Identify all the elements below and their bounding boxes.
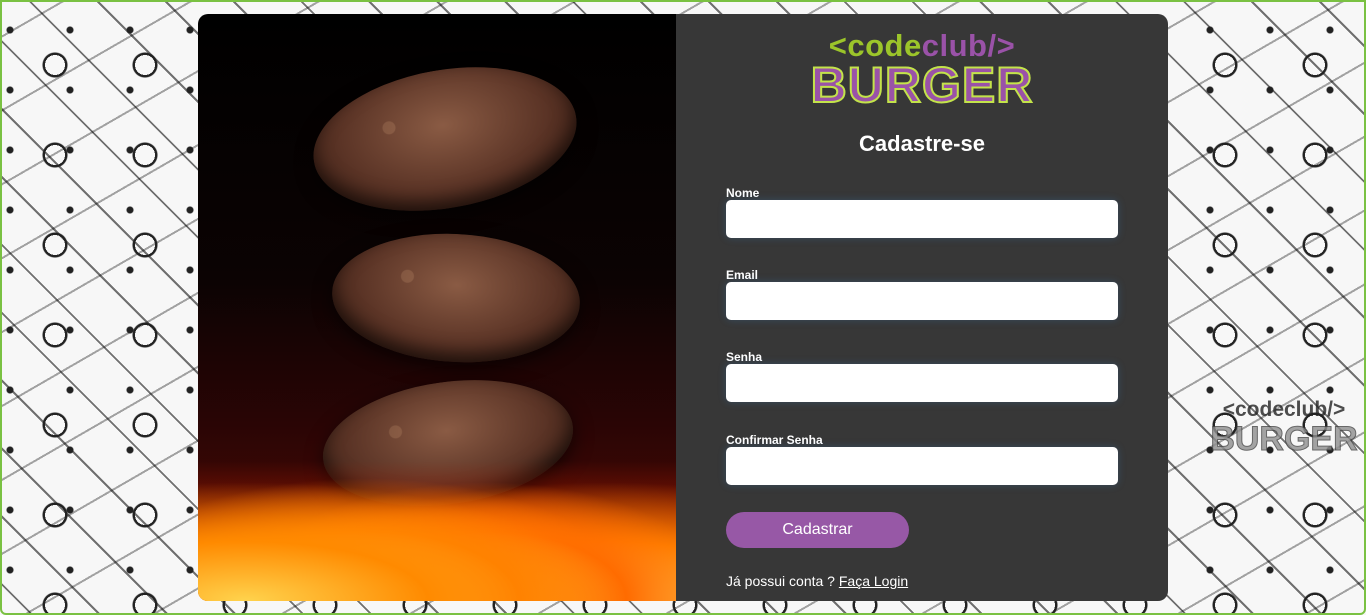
- patty-top: [302, 47, 588, 231]
- email-input[interactable]: [726, 282, 1118, 320]
- password-input[interactable]: [726, 364, 1118, 402]
- burger-photo: [198, 14, 676, 601]
- watermark-logo: <codeclub/> BURGER: [1208, 398, 1360, 458]
- patty-middle: [328, 227, 584, 369]
- name-label: Nome: [726, 186, 760, 200]
- flames: [198, 461, 676, 601]
- name-input[interactable]: [726, 200, 1118, 238]
- watermark-codeclub: <codeclub/>: [1222, 398, 1346, 421]
- password-label: Senha: [726, 350, 763, 364]
- login-prompt-text: Já possui conta ?: [726, 573, 835, 589]
- form-panel: <codeclub/> BURGER Cadastre-se Nome Emai…: [676, 14, 1168, 601]
- login-prompt: Já possui conta ? Faça Login: [726, 573, 908, 589]
- submit-button[interactable]: Cadastrar: [726, 512, 909, 548]
- signup-card: <codeclub/> BURGER Cadastre-se Nome Emai…: [198, 14, 1168, 601]
- email-label: Email: [726, 268, 759, 282]
- confirm-password-input[interactable]: [726, 447, 1118, 485]
- page-title: Cadastre-se: [859, 131, 985, 156]
- confirm-password-label: Confirmar Senha: [726, 433, 823, 447]
- logo-burger: BURGER: [810, 57, 1034, 113]
- watermark-burger: BURGER: [1210, 420, 1358, 458]
- login-link[interactable]: Faça Login: [839, 573, 908, 589]
